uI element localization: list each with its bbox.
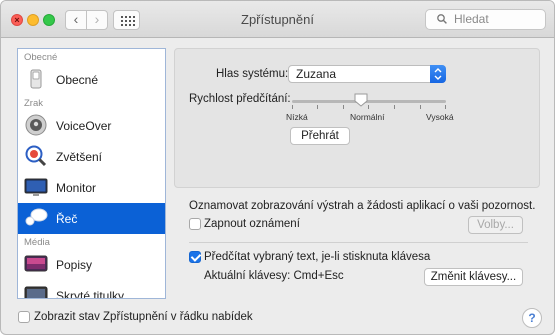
voiceover-icon bbox=[25, 114, 47, 136]
sidebar-item-zoom[interactable]: Zvětšení bbox=[18, 141, 165, 172]
enable-announcements-label: Zapnout oznámení bbox=[204, 218, 300, 230]
captions-icon bbox=[24, 286, 48, 298]
current-keys-text: Aktuální klávesy: Cmd+Esc bbox=[204, 270, 344, 282]
change-keys-button[interactable]: Změnit klávesy... bbox=[424, 268, 523, 286]
sidebar-item-voiceover[interactable]: VoiceOver bbox=[18, 110, 165, 141]
rate-tick bbox=[343, 105, 344, 109]
voice-value: Zuzana bbox=[296, 67, 337, 81]
preferences-window: × ‹ › Zpřístupnění Hledat Obecné Obecné … bbox=[0, 0, 555, 335]
sidebar-section-media: Média bbox=[24, 237, 50, 248]
sidebar-item-speech[interactable]: Řeč bbox=[18, 203, 165, 234]
search-field[interactable]: Hledat bbox=[425, 9, 546, 30]
sidebar-item-general[interactable]: Obecné bbox=[18, 64, 165, 95]
announce-description: Oznamovat zobrazování výstrah a žádosti … bbox=[189, 200, 536, 212]
rate-tick-label-normal: Normální bbox=[350, 112, 385, 122]
sidebar-item-label: Řeč bbox=[56, 212, 78, 226]
speak-selection-checkbox[interactable] bbox=[189, 251, 201, 263]
magnifier-icon bbox=[25, 145, 47, 167]
sidebar-item-label: Popisy bbox=[56, 258, 93, 272]
sidebar-item-label: Skryté titulky bbox=[56, 289, 125, 299]
rate-slider-track[interactable] bbox=[292, 100, 446, 103]
switch-icon bbox=[30, 69, 42, 89]
rate-label: Rychlost předčítání: bbox=[189, 93, 291, 105]
rate-tick bbox=[292, 105, 293, 109]
sidebar-section-vision: Zrak bbox=[24, 98, 43, 109]
voice-label: Hlas systému: bbox=[216, 68, 289, 80]
sidebar-item-captions[interactable]: Skryté titulky bbox=[18, 280, 165, 299]
chevron-up-down-icon bbox=[430, 65, 446, 83]
show-status-in-menu-bar-checkbox[interactable] bbox=[18, 311, 30, 323]
help-button[interactable]: ? bbox=[522, 308, 542, 328]
rate-slider-thumb[interactable] bbox=[354, 93, 368, 107]
sidebar-item-label: VoiceOver bbox=[56, 119, 112, 133]
speak-selection-label: Předčítat vybraný text, je-li stisknuta … bbox=[204, 251, 431, 263]
sidebar-item-label: Zvětšení bbox=[56, 150, 103, 164]
rate-tick bbox=[317, 105, 318, 109]
sidebar-item-label: Monitor bbox=[56, 181, 97, 195]
speech-bubble-icon bbox=[25, 208, 48, 226]
options-button[interactable]: Volby... bbox=[468, 216, 523, 234]
divider bbox=[189, 242, 528, 243]
rate-tick bbox=[445, 105, 446, 109]
enable-announcements-checkbox[interactable] bbox=[189, 218, 201, 230]
descriptions-icon bbox=[24, 255, 48, 272]
rate-tick-label-slow: Nízká bbox=[286, 112, 308, 122]
show-status-in-menu-bar-label: Zobrazit stav Zpřístupnění v řádku nabíd… bbox=[34, 311, 253, 323]
rate-tick bbox=[394, 105, 395, 109]
rate-tick-label-fast: Vysoká bbox=[426, 112, 454, 122]
sidebar-section-general: Obecné bbox=[24, 52, 58, 63]
rate-tick bbox=[420, 105, 421, 109]
sidebar-item-label: Obecné bbox=[56, 73, 99, 87]
titlebar: × ‹ › Zpřístupnění Hledat bbox=[1, 1, 554, 38]
sidebar-item-display[interactable]: Monitor bbox=[18, 172, 165, 203]
search-icon bbox=[437, 14, 447, 24]
voice-popup[interactable]: Zuzana bbox=[288, 65, 446, 83]
search-placeholder: Hledat bbox=[454, 12, 489, 26]
play-button[interactable]: Přehrát bbox=[290, 127, 350, 145]
help-icon: ? bbox=[528, 311, 536, 325]
monitor-icon bbox=[24, 178, 48, 196]
sidebar-item-descriptions[interactable]: Popisy bbox=[18, 249, 165, 280]
category-sidebar[interactable]: Obecné Obecné Zrak VoiceOver Zvětšení Mo… bbox=[17, 48, 166, 299]
